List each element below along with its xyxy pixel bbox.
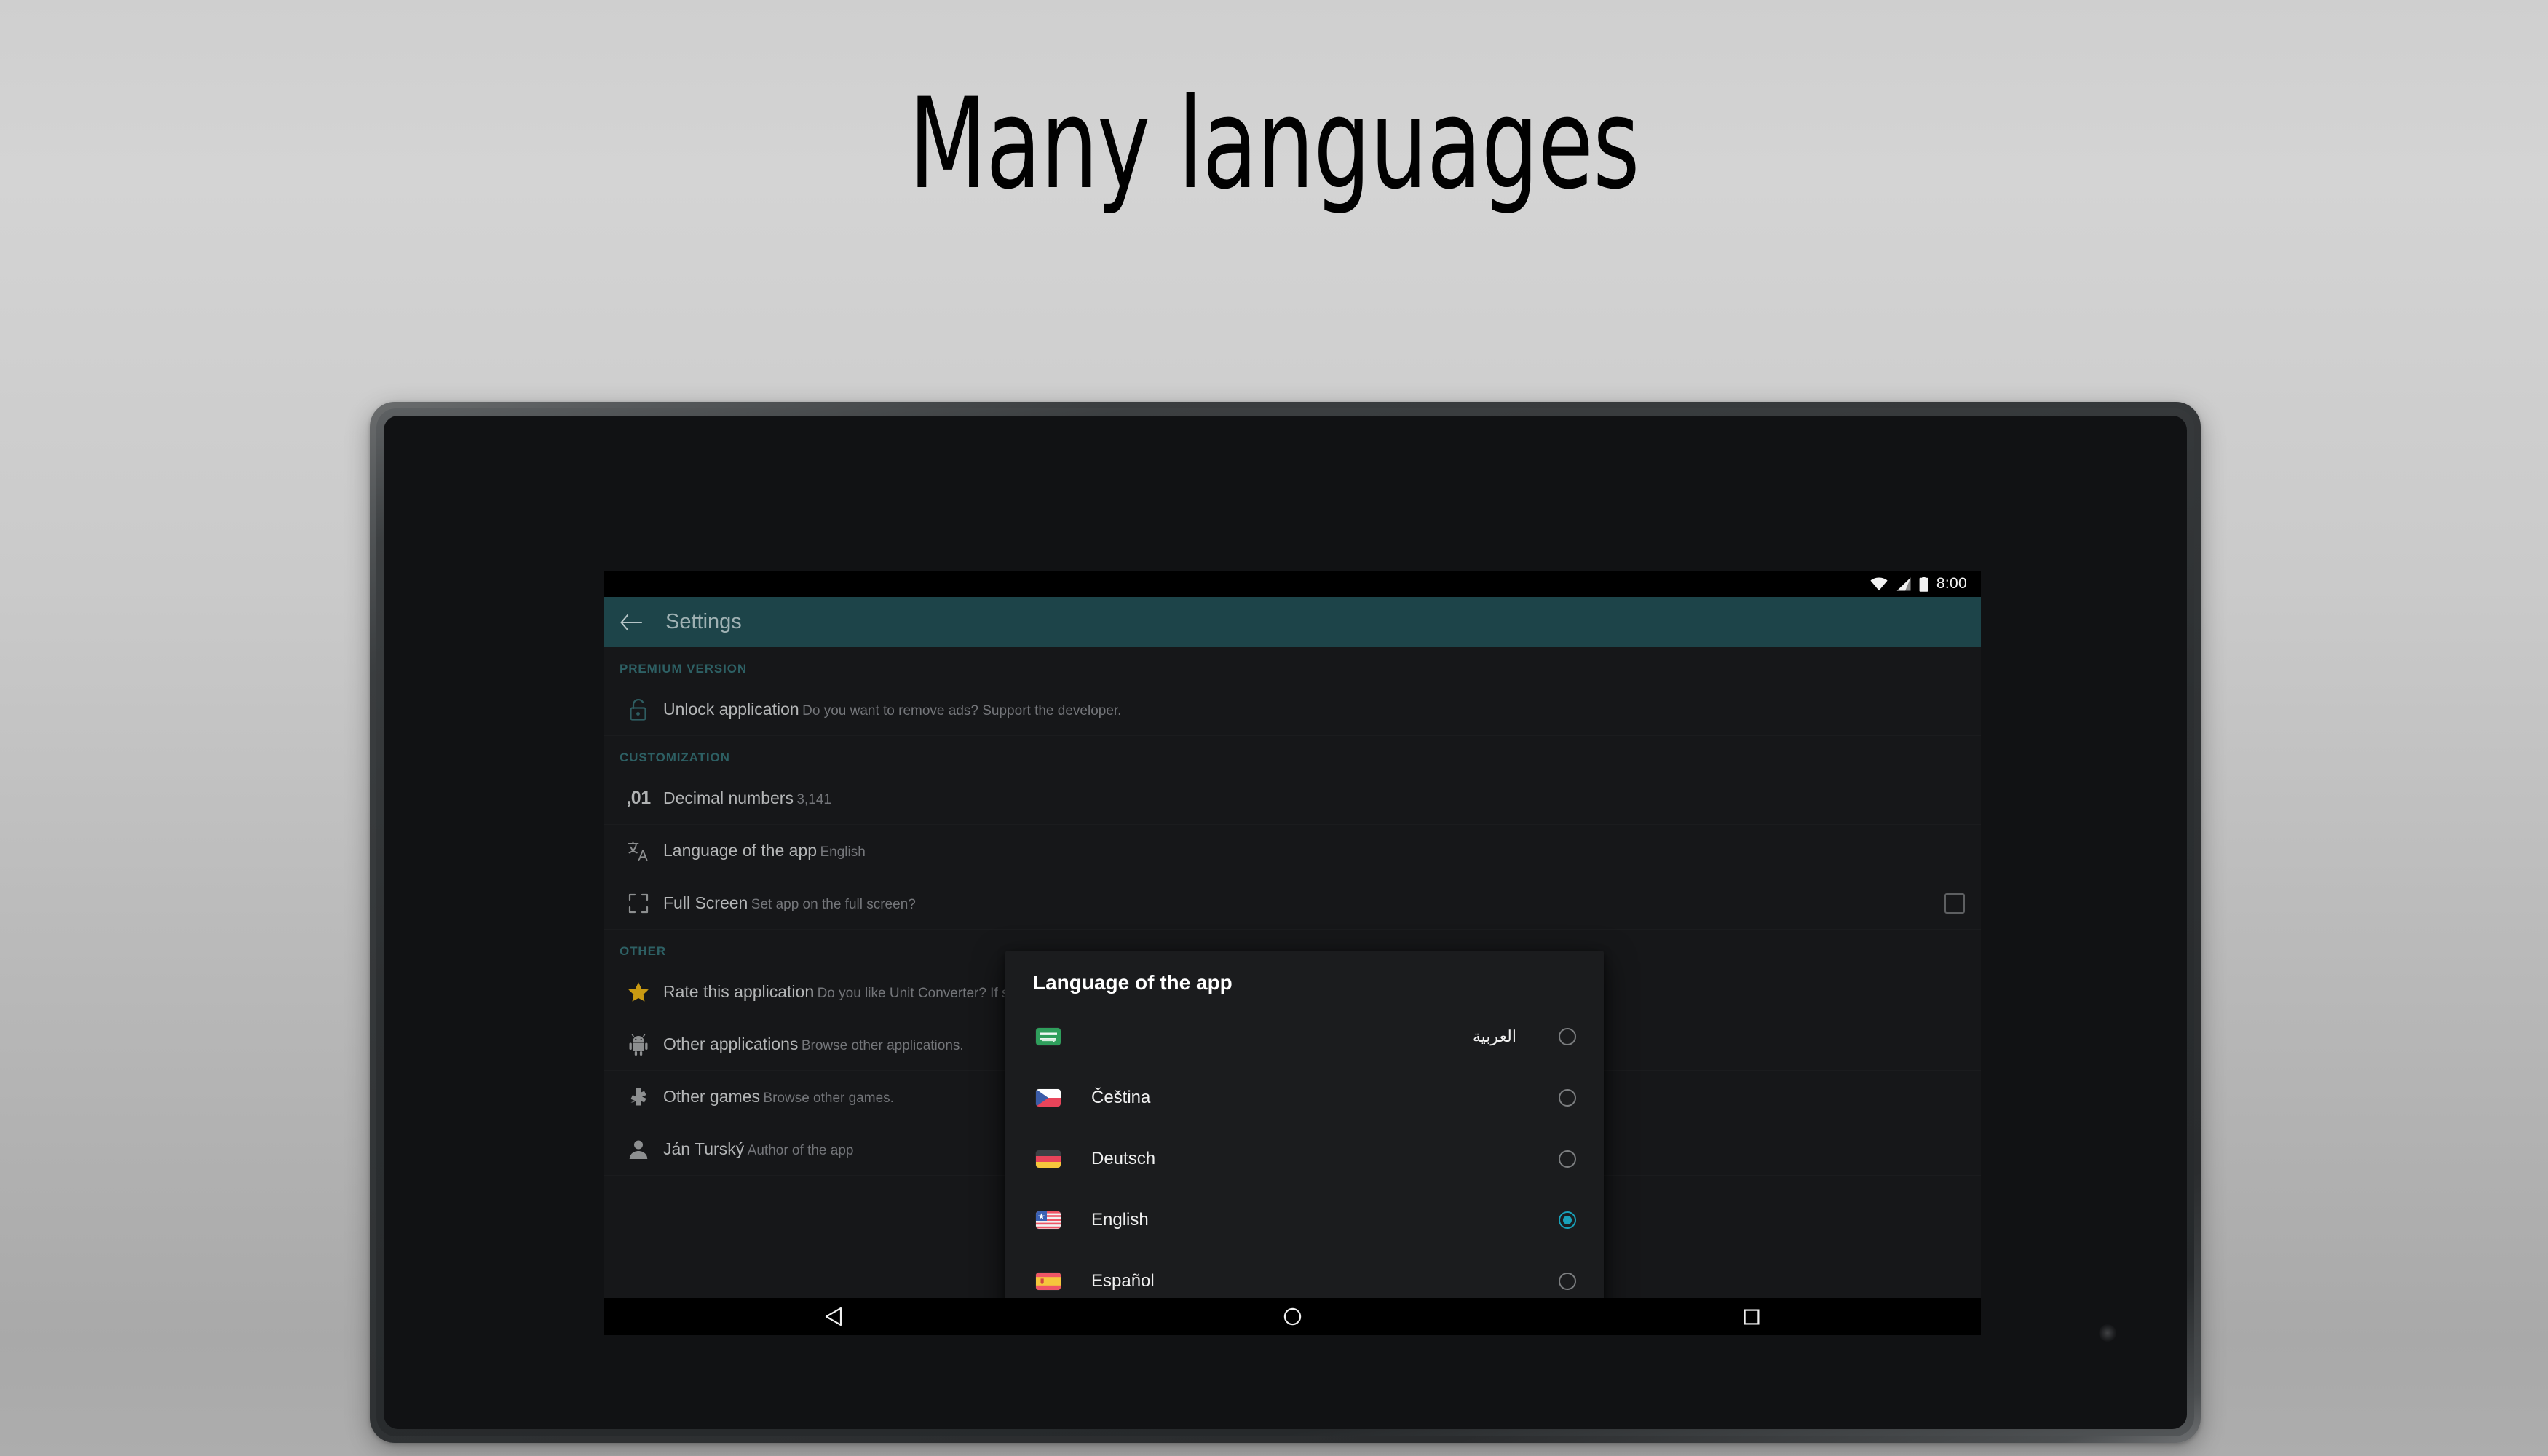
radio-button-selected[interactable] bbox=[1559, 1211, 1576, 1229]
pref-title: Unlock application bbox=[663, 699, 799, 719]
home-circle-icon[interactable] bbox=[1063, 1307, 1522, 1326]
united-states-flag bbox=[1036, 1211, 1061, 1229]
pref-row-language-of-the-app[interactable]: Language of the app English bbox=[604, 825, 1981, 877]
pref-subtitle: English bbox=[820, 844, 866, 860]
device-screen: 8:00 Settings PREMIUM VERSION Unlock app… bbox=[604, 571, 1981, 1335]
device-face: 8:00 Settings PREMIUM VERSION Unlock app… bbox=[384, 416, 2187, 1429]
gamepad-icon bbox=[620, 1087, 657, 1107]
lock-icon bbox=[620, 698, 657, 721]
pref-subtitle: Author of the app bbox=[747, 1142, 854, 1158]
pref-subtitle: 3,141 bbox=[796, 791, 831, 807]
germany-flag bbox=[1036, 1150, 1061, 1168]
battery-icon bbox=[1919, 576, 1928, 592]
device-bezel-inner: 8:00 Settings PREMIUM VERSION Unlock app… bbox=[376, 408, 2194, 1436]
toolbar-title: Settings bbox=[665, 610, 742, 633]
czech-republic-flag bbox=[1036, 1089, 1061, 1107]
language-option-label: English bbox=[1091, 1210, 1149, 1230]
pref-title: Ján Turský bbox=[663, 1139, 745, 1158]
language-option-label: Deutsch bbox=[1091, 1149, 1156, 1168]
language-option-list[interactable]: العربيةČeštinaDeutschEnglishEspañolFranç… bbox=[1005, 1006, 1604, 1335]
radio-button[interactable] bbox=[1559, 1150, 1576, 1168]
translate-icon bbox=[620, 840, 657, 862]
radio-button[interactable] bbox=[1559, 1028, 1576, 1045]
back-arrow-icon[interactable] bbox=[620, 614, 642, 631]
recents-square-icon[interactable] bbox=[1522, 1309, 1981, 1325]
section-header-premium: PREMIUM VERSION bbox=[620, 662, 748, 676]
edge-sensor-icon bbox=[2099, 1324, 2116, 1342]
pref-title: Rate this application bbox=[663, 981, 815, 1001]
page-title: Many languages bbox=[909, 71, 1639, 217]
cell-signal-icon bbox=[1896, 577, 1911, 591]
android-icon bbox=[620, 1033, 657, 1056]
person-icon bbox=[620, 1139, 657, 1160]
language-dialog: Language of the app العربية Čeština Deutsc… bbox=[1005, 951, 1604, 1335]
back-triangle-icon[interactable] bbox=[604, 1307, 1063, 1326]
star-icon bbox=[620, 981, 657, 1002]
language-option-label: العربية bbox=[1472, 1027, 1516, 1045]
status-bar-time: 8:00 bbox=[1936, 575, 1967, 592]
language-option-row[interactable]: العربية bbox=[1005, 1006, 1604, 1067]
wifi-icon bbox=[1870, 577, 1888, 591]
fullscreen-icon bbox=[620, 893, 657, 914]
pref-title: Other games bbox=[663, 1086, 760, 1106]
language-option-row[interactable]: English bbox=[1005, 1190, 1604, 1251]
pref-title: Other applications bbox=[663, 1034, 799, 1053]
decimal-icon: ,01 bbox=[620, 788, 657, 809]
android-navigation-bar[interactable] bbox=[604, 1298, 1981, 1335]
status-bar: 8:00 bbox=[604, 571, 1981, 597]
dialog-title: Language of the app bbox=[1033, 971, 1233, 994]
pref-subtitle: Browse other applications. bbox=[801, 1037, 964, 1053]
pref-subtitle: Set app on the full screen? bbox=[751, 896, 916, 912]
pref-row-decimal-numbers[interactable]: ,01 Decimal numbers 3,141 bbox=[604, 772, 1981, 825]
pref-subtitle: Browse other games. bbox=[763, 1090, 894, 1106]
pref-subtitle: Do you want to remove ads? Support the d… bbox=[802, 703, 1122, 719]
pref-title: Decimal numbers bbox=[663, 788, 794, 807]
language-option-label: Español bbox=[1091, 1271, 1155, 1291]
decimal-icon-label: ,01 bbox=[626, 788, 651, 808]
saudi-arabia-flag bbox=[1036, 1028, 1061, 1045]
tablet-device: 8:00 Settings PREMIUM VERSION Unlock app… bbox=[370, 402, 2201, 1443]
section-header-customization: CUSTOMIZATION bbox=[620, 751, 730, 764]
full-screen-checkbox[interactable] bbox=[1944, 893, 1965, 914]
radio-button[interactable] bbox=[1559, 1273, 1576, 1290]
language-option-row[interactable]: Deutsch bbox=[1005, 1128, 1604, 1190]
radio-button[interactable] bbox=[1559, 1089, 1576, 1107]
pref-row-full-screen[interactable]: Full Screen Set app on the full screen? bbox=[604, 877, 1981, 930]
pref-title: Full Screen bbox=[663, 893, 748, 912]
pref-row-unlock-application[interactable]: Unlock application Do you want to remove… bbox=[604, 684, 1981, 736]
spain-flag bbox=[1036, 1273, 1061, 1290]
app-toolbar: Settings bbox=[604, 597, 1981, 647]
pref-title: Language of the app bbox=[663, 840, 818, 860]
language-option-row[interactable]: Čeština bbox=[1005, 1067, 1604, 1128]
language-option-label: Čeština bbox=[1091, 1088, 1151, 1107]
